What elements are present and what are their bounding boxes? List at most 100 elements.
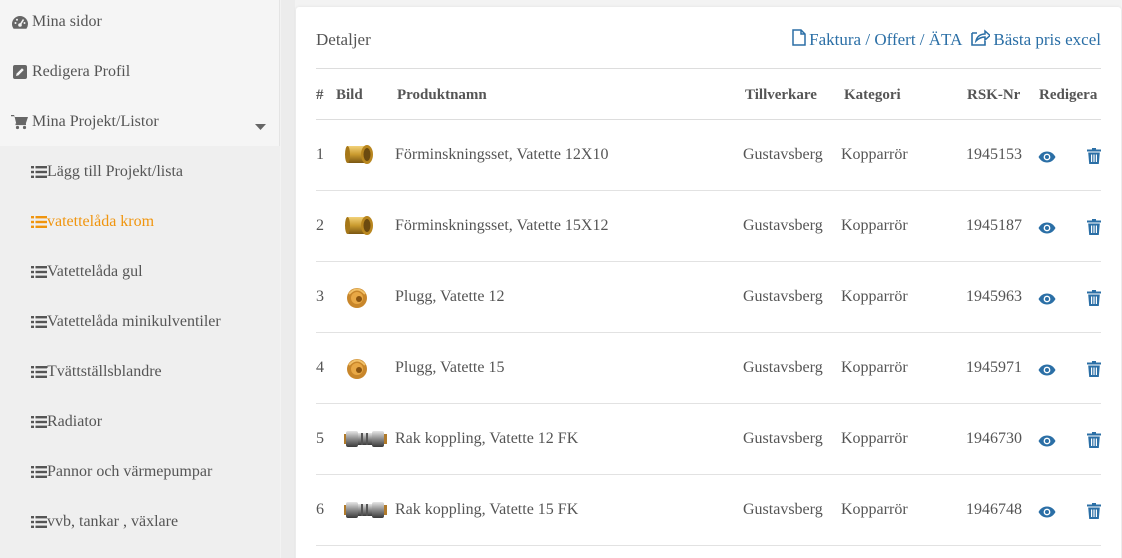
list-icon <box>31 314 47 330</box>
submenu-item[interactable]: Vatettelåda minikulventiler <box>0 297 280 347</box>
panel-links: Faktura / Offert / ÄTA Bästa pris excel <box>792 29 1101 51</box>
delete-icon[interactable] <box>1087 503 1101 524</box>
share-icon <box>970 29 993 51</box>
category: Kopparrör <box>841 217 908 234</box>
submenu-item[interactable]: vvb, tankar , växlare <box>0 497 280 547</box>
table-row: 2 Förminskningsset, Vatette 15X12 Gustavsb… <box>316 191 1101 262</box>
delete-icon[interactable] <box>1087 148 1101 169</box>
table-row: 4 Plugg, Vatette 15 Gustavsberg Kopparrör 19… <box>316 333 1101 404</box>
product-image <box>344 353 376 381</box>
row-number: 6 <box>316 501 324 518</box>
row-number: 3 <box>316 288 324 305</box>
invoice-link[interactable]: Faktura / Offert / ÄTA <box>792 29 962 51</box>
product-name: Plugg, Vatette 12 <box>395 288 505 305</box>
product-image <box>344 211 376 239</box>
rsk-number: 1946730 <box>966 430 1022 447</box>
submenu-item-label: Lägg till Projekt/lista <box>47 163 183 180</box>
row-number: 5 <box>316 430 324 447</box>
view-icon[interactable] <box>1038 363 1056 381</box>
submenu-item[interactable]: Pannor och värmepumpar <box>0 447 280 497</box>
view-icon[interactable] <box>1038 150 1056 168</box>
manufacturer: Gustavsberg <box>743 501 823 518</box>
sidebar-item-label: Mina Projekt/Listor <box>32 113 159 130</box>
delete-icon[interactable] <box>1087 290 1101 311</box>
delete-icon[interactable] <box>1087 219 1101 240</box>
rsk-number: 1945153 <box>966 146 1022 163</box>
table-row: 3 Plugg, Vatette 12 Gustavsberg Kopparrör 19… <box>316 262 1101 333</box>
dashboard-icon <box>11 14 29 30</box>
submenu-item[interactable]: Tvättställsblandre <box>0 347 280 397</box>
product-image <box>344 495 387 523</box>
invoice-link-label: Faktura / Offert / ÄTA <box>809 30 963 49</box>
list-icon <box>31 514 47 530</box>
row-divider <box>316 545 1101 546</box>
product-name: Förminskningsset, Vatette 12X10 <box>395 146 609 163</box>
submenu-item-label: Tvättställsblandre <box>47 363 162 380</box>
submenu-item-label: vvb, tankar , växlare <box>47 513 179 530</box>
view-icon[interactable] <box>1038 505 1056 523</box>
sidebar: Mina sidor Redigera Profil Mina Projekt/… <box>0 0 280 558</box>
product-name: Plugg, Vatette 15 <box>395 359 505 376</box>
submenu-item[interactable]: vatettelåda krom <box>0 197 280 247</box>
manufacturer: Gustavsberg <box>743 146 823 163</box>
submenu-item-label: vatettelåda krom <box>47 213 155 230</box>
list-icon <box>31 214 47 230</box>
rsk-number: 1946748 <box>966 501 1022 518</box>
rsk-number: 1945963 <box>966 288 1022 305</box>
col-header-name: Produktnamn <box>397 87 487 103</box>
divider <box>281 0 295 558</box>
table-row: 5 Rak koppling, Vatette 12 FK Gustavsberg K… <box>316 404 1101 475</box>
product-image <box>344 140 376 168</box>
submenu-item-label: Radiator <box>47 413 103 430</box>
table-row: 6 Rak koppling, Vatette 15 FK Gustavsberg K… <box>316 475 1101 546</box>
details-panel: Detaljer Faktura / Offert / ÄTA Bästa pr… <box>296 7 1121 558</box>
list-icon <box>31 414 47 430</box>
manufacturer: Gustavsberg <box>743 359 823 376</box>
divider <box>316 68 1101 69</box>
sidebar-item-mina-projekt[interactable]: Mina Projekt/Listor <box>0 97 280 147</box>
rsk-number: 1945971 <box>966 359 1022 376</box>
sidebar-item-label: Mina sidor <box>32 13 102 30</box>
sidebar-item-mina-sidor[interactable]: Mina sidor <box>0 0 280 47</box>
file-icon <box>792 29 809 51</box>
col-header-category: Kategori <box>844 87 901 103</box>
delete-icon[interactable] <box>1087 361 1101 382</box>
submenu-item-label: Vatettelåda gul <box>47 263 143 280</box>
submenu-item[interactable]: Lägg till Projekt/lista <box>0 147 280 197</box>
sidebar-item-redigera-profil[interactable]: Redigera Profil <box>0 47 280 97</box>
category: Kopparrör <box>841 146 908 163</box>
delete-icon[interactable] <box>1087 432 1101 453</box>
list-icon <box>31 264 47 280</box>
row-number: 2 <box>316 217 324 234</box>
submenu-item-label: Pannor och värmepumpar <box>47 463 213 480</box>
col-header-maker: Tillverkare <box>745 87 817 103</box>
sidebar-item-label: Redigera Profil <box>32 63 131 80</box>
list-icon <box>31 364 47 380</box>
excel-link[interactable]: Bästa pris excel <box>970 29 1101 51</box>
manufacturer: Gustavsberg <box>743 288 823 305</box>
row-number: 1 <box>316 146 324 163</box>
manufacturer: Gustavsberg <box>743 430 823 447</box>
list-icon <box>31 164 47 180</box>
product-name: Förminskningsset, Vatette 15X12 <box>395 217 609 234</box>
edit-icon <box>11 64 29 80</box>
submenu-item[interactable]: Vatettelåda gul <box>0 247 280 297</box>
submenu-item[interactable]: Radiator <box>0 397 280 447</box>
category: Kopparrör <box>841 501 908 518</box>
excel-link-label: Bästa pris excel <box>993 30 1101 49</box>
category: Kopparrör <box>841 430 908 447</box>
cart-icon <box>11 114 29 130</box>
view-icon[interactable] <box>1038 292 1056 310</box>
submenu-item-label: Vatettelåda minikulventiler <box>47 313 221 330</box>
product-name: Rak koppling, Vatette 15 FK <box>395 501 579 518</box>
col-header-image: Bild <box>336 87 363 103</box>
row-number: 4 <box>316 359 324 376</box>
category: Kopparrör <box>841 359 908 376</box>
list-icon <box>31 464 47 480</box>
view-icon[interactable] <box>1038 434 1056 452</box>
caret-down-icon <box>255 118 266 136</box>
category: Kopparrör <box>841 288 908 305</box>
view-icon[interactable] <box>1038 221 1056 239</box>
product-name: Rak koppling, Vatette 12 FK <box>395 430 579 447</box>
panel-title: Detaljer <box>316 30 371 49</box>
